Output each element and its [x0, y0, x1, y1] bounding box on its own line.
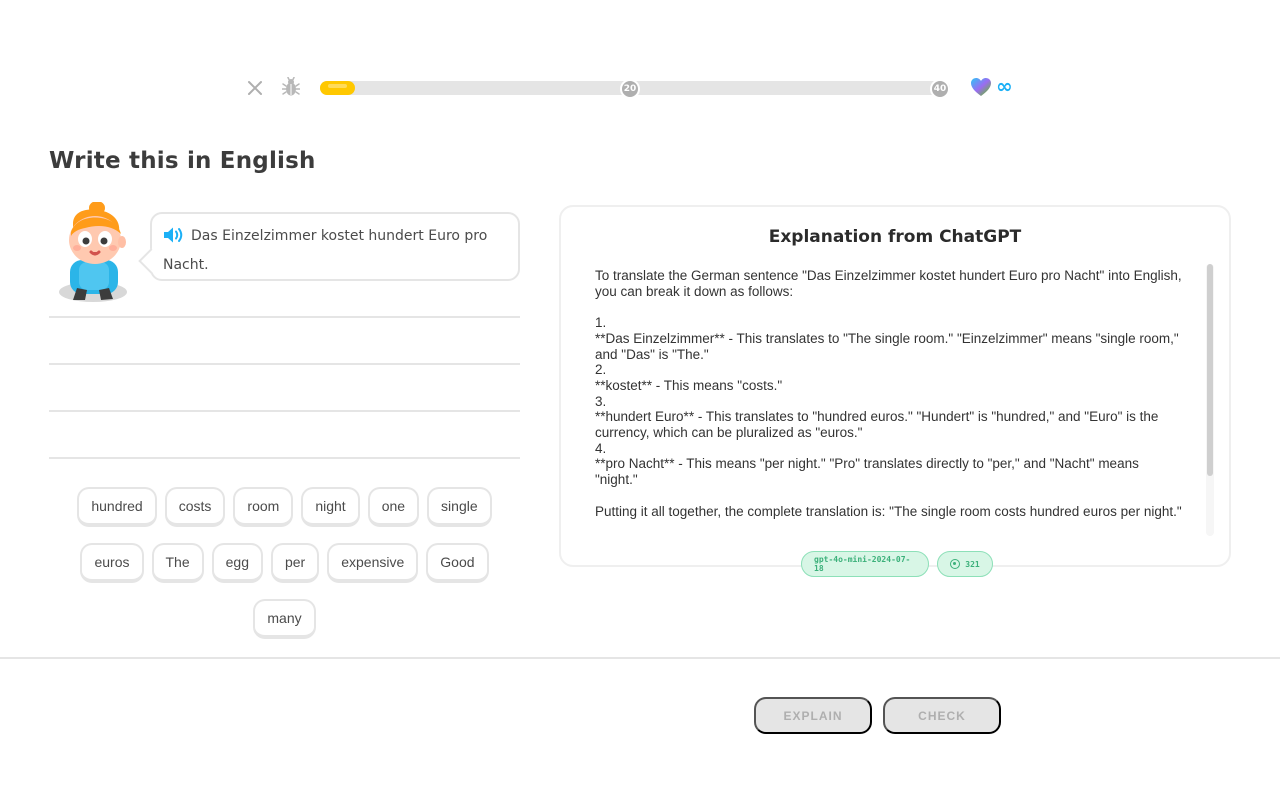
footer-divider: [0, 657, 1280, 659]
explanation-text: To translate the German sentence "Das Ei…: [595, 268, 1182, 519]
top-bar: 20 40 ∞: [0, 70, 1280, 104]
speaker-icon[interactable]: [163, 226, 185, 253]
explanation-title: Explanation from ChatGPT: [768, 227, 1022, 247]
hearts-value: ∞: [996, 73, 1013, 98]
explanation-scrollbar[interactable]: [1207, 264, 1213, 476]
word-tile[interactable]: expensive: [327, 543, 419, 583]
token-icon: [950, 559, 961, 569]
prompt-sentence[interactable]: Das Einzelzimmer kostet hundert Euro pro…: [163, 228, 487, 273]
word-tile[interactable]: The: [151, 543, 204, 583]
hearts-counter[interactable]: ∞: [970, 73, 1013, 98]
close-icon[interactable]: [243, 76, 267, 100]
word-tile[interactable]: euros: [80, 543, 144, 583]
explanation-badges: gpt-4o-mini-2024-07-18 321: [801, 551, 993, 577]
word-tile[interactable]: many: [253, 599, 316, 639]
progress-fill: [320, 81, 355, 95]
prompt-speech-bubble: Das Einzelzimmer kostet hundert Euro pro…: [150, 212, 520, 281]
word-tile[interactable]: one: [367, 487, 420, 527]
answer-line: [49, 410, 520, 412]
check-button[interactable]: CHECK: [883, 697, 1001, 734]
word-tile[interactable]: costs: [164, 487, 226, 527]
answer-line: [49, 363, 520, 365]
word-tile[interactable]: room: [233, 487, 294, 527]
bug-icon[interactable]: [280, 75, 302, 99]
word-tile[interactable]: Good: [426, 543, 489, 583]
token-count: 321: [965, 559, 980, 569]
lesson-progress-bar: 20 40: [320, 79, 950, 99]
word-tile[interactable]: egg: [211, 543, 263, 583]
word-tile[interactable]: single: [427, 487, 492, 527]
page-title: Write this in English: [49, 148, 316, 174]
progress-milestone: 40: [930, 79, 950, 99]
word-tile[interactable]: hundred: [77, 487, 157, 527]
answer-line: [49, 457, 520, 459]
model-badge: gpt-4o-mini-2024-07-18: [801, 551, 929, 577]
word-tile[interactable]: per: [270, 543, 320, 583]
explain-button[interactable]: EXPLAIN: [754, 697, 872, 734]
heart-icon: [971, 78, 991, 96]
answer-line: [49, 316, 520, 318]
word-tile[interactable]: night: [301, 487, 360, 527]
progress-milestone: 20: [620, 79, 640, 99]
character-avatar: [55, 201, 135, 306]
token-badge: 321: [937, 551, 993, 577]
word-bank: hundred costs room night one single euro…: [49, 487, 520, 639]
explanation-panel: Explanation from ChatGPT To translate th…: [559, 205, 1231, 577]
